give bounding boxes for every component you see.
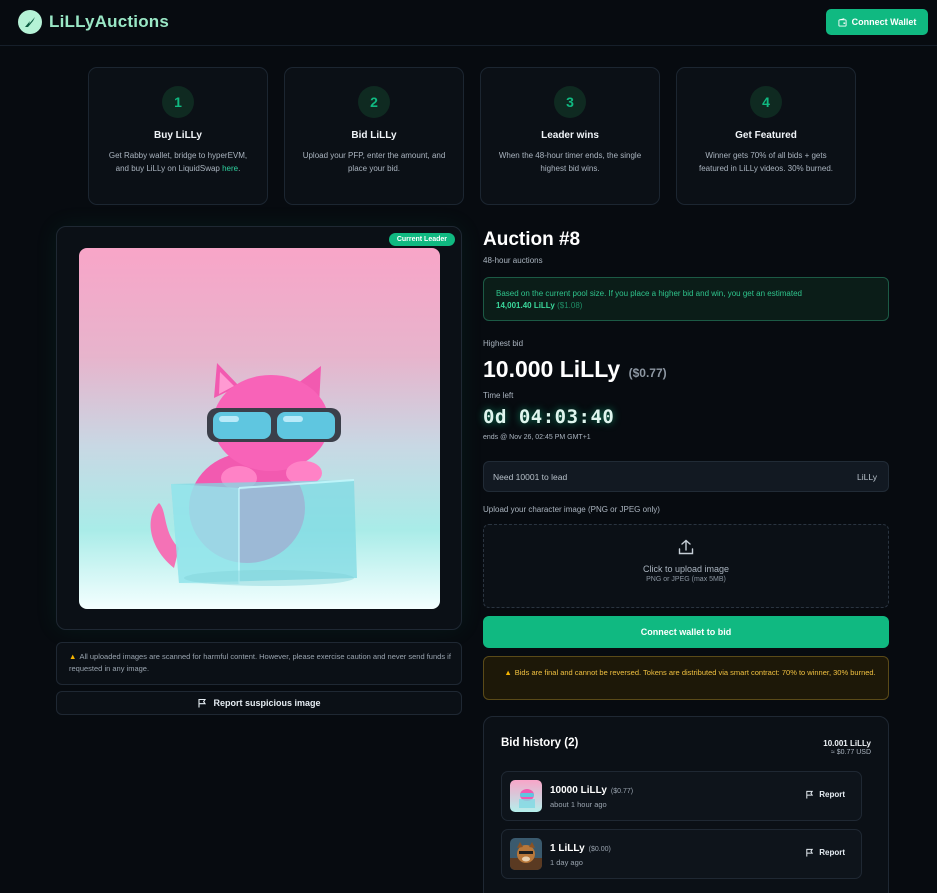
bids-final-notice: ▲ Bids are final and cannot be reversed. … [483,656,889,700]
bid-usd: ($0.00) [588,846,611,853]
auction-end-time: ends @ Nov 26, 02:45 PM GMT+1 [483,434,591,441]
total-amount: 10.001 LiLLy [823,739,871,748]
upload-label: Upload your character image (PNG or JPEG… [483,505,660,514]
upload-main-text: Click to upload image [642,564,730,574]
auction-subtitle: 48-hour auctions [483,256,543,265]
bid-usd: ($0.77) [610,788,634,795]
leader-pfp-image [79,248,440,609]
report-bid-button[interactable]: Report [805,848,845,857]
step-title: Leader wins [541,130,599,141]
brand-logo[interactable]: LiLLyAuctions [18,10,169,34]
bid-history-title: Bid history (2) [501,737,579,749]
flag-icon [198,698,207,708]
image-safety-warning: ▲ All uploaded images are scanned for har… [56,642,462,685]
estimate-text: Based on the current pool size. If you p… [496,289,802,298]
step-number: 4 [750,86,782,118]
brand-icon [18,10,42,34]
bid-amount: 1 LiLLy ($0.00) [550,843,611,854]
upload-icon [484,538,888,561]
brand-name: LiLLyAuctions [49,12,170,31]
connect-wallet-label: Connect Wallet [851,17,917,27]
liquidswap-link[interactable]: here [222,164,238,173]
step-description: Upload your PFP, enter the amount, and p… [302,151,446,173]
estimate-amount: 14,001.40 LiLLy [496,301,555,310]
bid-amount-placeholder: Need 10001 to lead [493,471,568,482]
leader-image-card: Current Leader [56,226,462,630]
bid-time: 1 day ago [550,858,583,867]
bid-amount-input[interactable]: Need 10001 to lead LiLLy [483,461,889,492]
bid-unit-label: LiLLy [856,471,877,482]
step-description: When the 48-hour timer ends, the single … [498,151,642,173]
bidder-pfp-thumb [510,780,542,812]
highest-bid-label: Highest bid [483,339,524,348]
step-description: Winner gets 70% of all bids + gets featu… [698,151,833,173]
step-number: 1 [162,86,194,118]
final-notice-text: Bids are final and cannot be reversed. T… [514,668,876,677]
step-description: Get Rabby wallet, bridge to hyperEVM, an… [108,151,248,173]
step-title: Bid LiLLy [351,130,397,141]
total-usd: ≈ $0.77 USD [830,749,871,756]
highest-bid-usd: ($0.77) [628,366,667,380]
top-bar: LiLLyAuctions Connect Wallet [0,0,937,46]
report-suspicious-image-button[interactable]: Report suspicious image [56,691,462,715]
bid-history-row: 1 LiLLy ($0.00) 1 day ago Report [501,829,862,879]
step-number: 2 [358,86,390,118]
warning-icon: ▲ [504,668,512,677]
estimate-usd: ($1.08) [557,301,583,310]
image-upload-dropzone[interactable]: Click to upload image PNG or JPEG (max 5… [483,524,889,608]
bid-history-row: 10000 LiLLy ($0.77) about 1 hour ago Repo… [501,771,862,821]
upload-format-hint: PNG or JPEG (max 5MB) [646,576,726,583]
flag-icon [806,848,814,857]
time-left-label: Time left [483,391,514,400]
step-title: Get Featured [735,130,797,141]
bid-amount: 10000 LiLLy ($0.77) [550,785,634,796]
report-image-label: Report suspicious image [213,698,321,708]
step-title: Buy LiLLy [154,130,202,141]
estimated-win-box: Based on the current pool size. If you p… [483,277,889,321]
bid-history-panel: Bid history (2) 10.001 LiLLy ≈ $0.77 USD… [483,716,889,893]
step-card-3: 3 Leader wins When the 48-hour timer end… [480,67,660,205]
connect-wallet-to-bid-button[interactable]: Connect wallet to bid [483,616,889,648]
step-number: 3 [554,86,586,118]
step-card-2: 2 Bid LiLLy Upload your PFP, enter the a… [284,67,464,205]
flag-icon [806,790,814,799]
warning-text: All uploaded images are scanned for harm… [69,652,451,673]
bidder-pfp-thumb [510,838,542,870]
bid-time: about 1 hour ago [550,800,607,809]
current-leader-badge: Current Leader [388,233,455,246]
warning-icon: ▲ [69,652,77,661]
report-bid-button[interactable]: Report [805,790,845,799]
wallet-icon [838,17,847,27]
countdown-timer: 0d 04:03:40 [483,406,615,428]
connect-wallet-button[interactable]: Connect Wallet [826,9,928,35]
highest-bid-value: 10.000 LiLLy ($0.77) [483,356,667,382]
auction-title: Auction #8 [483,229,581,250]
step-card-1: 1 Buy LiLLy Get Rabby wallet, bridge to … [88,67,268,205]
bid-history-total: 10.001 LiLLy ≈ $0.77 USD [823,739,871,756]
step-card-4: 4 Get Featured Winner gets 70% of all bi… [676,67,856,205]
